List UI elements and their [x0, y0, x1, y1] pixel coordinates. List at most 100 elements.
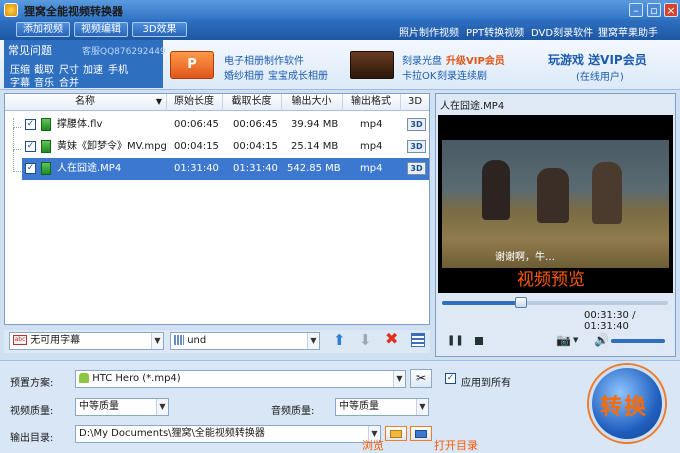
pause-icon[interactable]: ❚❚: [447, 335, 464, 346]
volume-icon[interactable]: 🔊: [594, 333, 609, 347]
move-up-icon[interactable]: ⬆: [333, 333, 346, 348]
row-checkbox[interactable]: ✓: [25, 163, 36, 174]
faq-qq[interactable]: 客服QQ876292449: [82, 44, 166, 57]
preview-title: 人在囧途.MP4: [440, 101, 505, 112]
apply-all-label: 应用到所有: [461, 378, 511, 389]
row-cut-length: 00:06:45: [233, 119, 278, 130]
row-checkbox[interactable]: ✓: [25, 119, 36, 130]
row-name: 撑腰体.flv: [57, 119, 103, 130]
output-dir-field[interactable]: D:\My Documents\狸窝\全能视频转换器: [75, 425, 381, 443]
clear-list-icon[interactable]: [411, 333, 425, 347]
edit-video-button[interactable]: 视频编辑: [74, 22, 128, 37]
album-software-link[interactable]: 电子相册制作软件: [224, 52, 304, 67]
output-dir-value: D:\My Documents\狸窝\全能视频转换器: [79, 428, 265, 439]
chevron-down-icon[interactable]: ▼: [416, 399, 428, 415]
chevron-down-icon: ▼: [155, 97, 162, 106]
audio-track-icon: [174, 335, 184, 345]
video-file-icon: [41, 162, 51, 175]
chevron-down-icon[interactable]: ▼: [393, 371, 405, 387]
dvd-promo-icon[interactable]: [350, 51, 394, 79]
chevron-down-icon[interactable]: ▼: [573, 336, 578, 344]
faq-link-phone[interactable]: 手机: [108, 61, 128, 76]
move-down-icon[interactable]: ⬇: [359, 333, 372, 348]
video-file-icon: [41, 118, 51, 131]
preset-select[interactable]: HTC Hero (*.mp4): [75, 370, 406, 388]
audio-track-select[interactable]: und: [170, 332, 320, 350]
minimize-icon[interactable]: –: [629, 3, 643, 17]
faq-link-music[interactable]: 音乐: [34, 74, 54, 89]
effect-3d-button[interactable]: 3D效果: [132, 22, 187, 37]
wedding-album-link[interactable]: 婚纱相册: [224, 67, 264, 82]
row-output-size: 542.85 MB: [287, 163, 341, 174]
browse-folder-icon[interactable]: [385, 426, 407, 441]
baby-album-link[interactable]: 宝宝成长相册: [268, 67, 328, 82]
ppt-album-icon[interactable]: P: [170, 51, 214, 79]
row-output-format: mp4: [360, 141, 383, 152]
seek-progress: [442, 301, 522, 305]
delete-icon[interactable]: ✖: [385, 331, 398, 347]
vip-game-link[interactable]: 玩游戏 送VIP会员: [548, 51, 647, 68]
faq-link-speed[interactable]: 加速: [83, 61, 103, 76]
audio-quality-value: 中等质量: [339, 401, 379, 412]
row-cut-length: 00:04:15: [233, 141, 278, 152]
photo-video-link[interactable]: 照片制作视频: [399, 24, 459, 39]
apple-helper-link[interactable]: 狸窝苹果助手: [598, 24, 658, 39]
stop-icon[interactable]: [475, 337, 483, 345]
output-dir-label: 输出目录:: [10, 433, 54, 444]
column-output-size[interactable]: 输出大小: [281, 94, 341, 111]
close-icon[interactable]: ×: [664, 3, 678, 17]
app-logo-icon: [4, 3, 18, 17]
faq-title[interactable]: 常见问题: [8, 42, 52, 58]
row-orig-length: 01:31:40: [174, 163, 219, 174]
dvd-burn-link[interactable]: DVD刻录软件: [531, 24, 593, 39]
column-output-format[interactable]: 输出格式: [342, 94, 399, 111]
restore-icon[interactable]: ▫: [647, 3, 661, 17]
row-output-size: 39.94 MB: [291, 119, 339, 130]
open-dir-annotation: 打开目录: [434, 439, 478, 452]
row-orig-length: 00:06:45: [174, 119, 219, 130]
vip-upgrade-link[interactable]: 升级VIP会员: [446, 52, 505, 67]
preset-settings-icon[interactable]: ✂: [410, 369, 432, 388]
preset-value: HTC Hero (*.mp4): [92, 373, 181, 384]
row-checkbox[interactable]: ✓: [25, 141, 36, 152]
faq-link-merge[interactable]: 合并: [59, 74, 79, 89]
app-title: 狸窝全能视频转换器: [24, 5, 123, 18]
tree-line: [13, 128, 21, 150]
karaoke-link[interactable]: 卡拉OK: [402, 67, 436, 82]
3d-icon[interactable]: 3D: [407, 162, 426, 175]
add-video-button[interactable]: 添加视频: [16, 22, 70, 37]
row-name: 人在囧途.MP4: [57, 163, 122, 174]
android-icon: [79, 373, 89, 383]
video-quality-value: 中等质量: [79, 401, 119, 412]
tv-series-burn-link[interactable]: 刻录连续剧: [437, 67, 487, 82]
convert-label: 转换: [600, 395, 649, 420]
column-orig-length[interactable]: 原始长度: [166, 94, 221, 111]
3d-icon[interactable]: 3D: [407, 118, 426, 131]
video-file-icon: [41, 140, 51, 153]
column-3d[interactable]: 3D: [400, 94, 429, 111]
subtitle-select[interactable]: abc 无可用字幕: [9, 332, 164, 350]
column-name[interactable]: 名称 ▼: [5, 94, 165, 111]
open-folder-icon[interactable]: [410, 426, 432, 441]
chevron-down-icon[interactable]: ▼: [151, 333, 163, 349]
chevron-down-icon[interactable]: ▼: [156, 399, 168, 415]
audio-quality-select[interactable]: 中等质量: [335, 398, 429, 416]
ppt-video-link[interactable]: PPT转换视频: [466, 24, 524, 39]
window-icon: [415, 430, 427, 438]
video-quality-select[interactable]: 中等质量: [75, 398, 169, 416]
camera-icon[interactable]: 📷: [556, 333, 571, 347]
burn-disc-link[interactable]: 刻录光盘: [402, 52, 442, 67]
faq-link-subtitle[interactable]: 字幕: [10, 74, 30, 89]
apply-all-checkbox[interactable]: ✓: [445, 373, 456, 384]
figure-shape: [537, 168, 569, 223]
audio-track-value: und: [187, 335, 207, 346]
subtitle-icon: abc: [13, 335, 27, 345]
row-output-format: mp4: [360, 119, 383, 130]
seek-thumb[interactable]: [515, 297, 527, 308]
row-output-format: mp4: [360, 163, 383, 174]
column-cut-length[interactable]: 截取长度: [222, 94, 280, 111]
3d-icon[interactable]: 3D: [407, 140, 426, 153]
volume-slider[interactable]: [611, 339, 665, 343]
figure-shape: [592, 162, 622, 224]
chevron-down-icon[interactable]: ▼: [307, 333, 319, 349]
